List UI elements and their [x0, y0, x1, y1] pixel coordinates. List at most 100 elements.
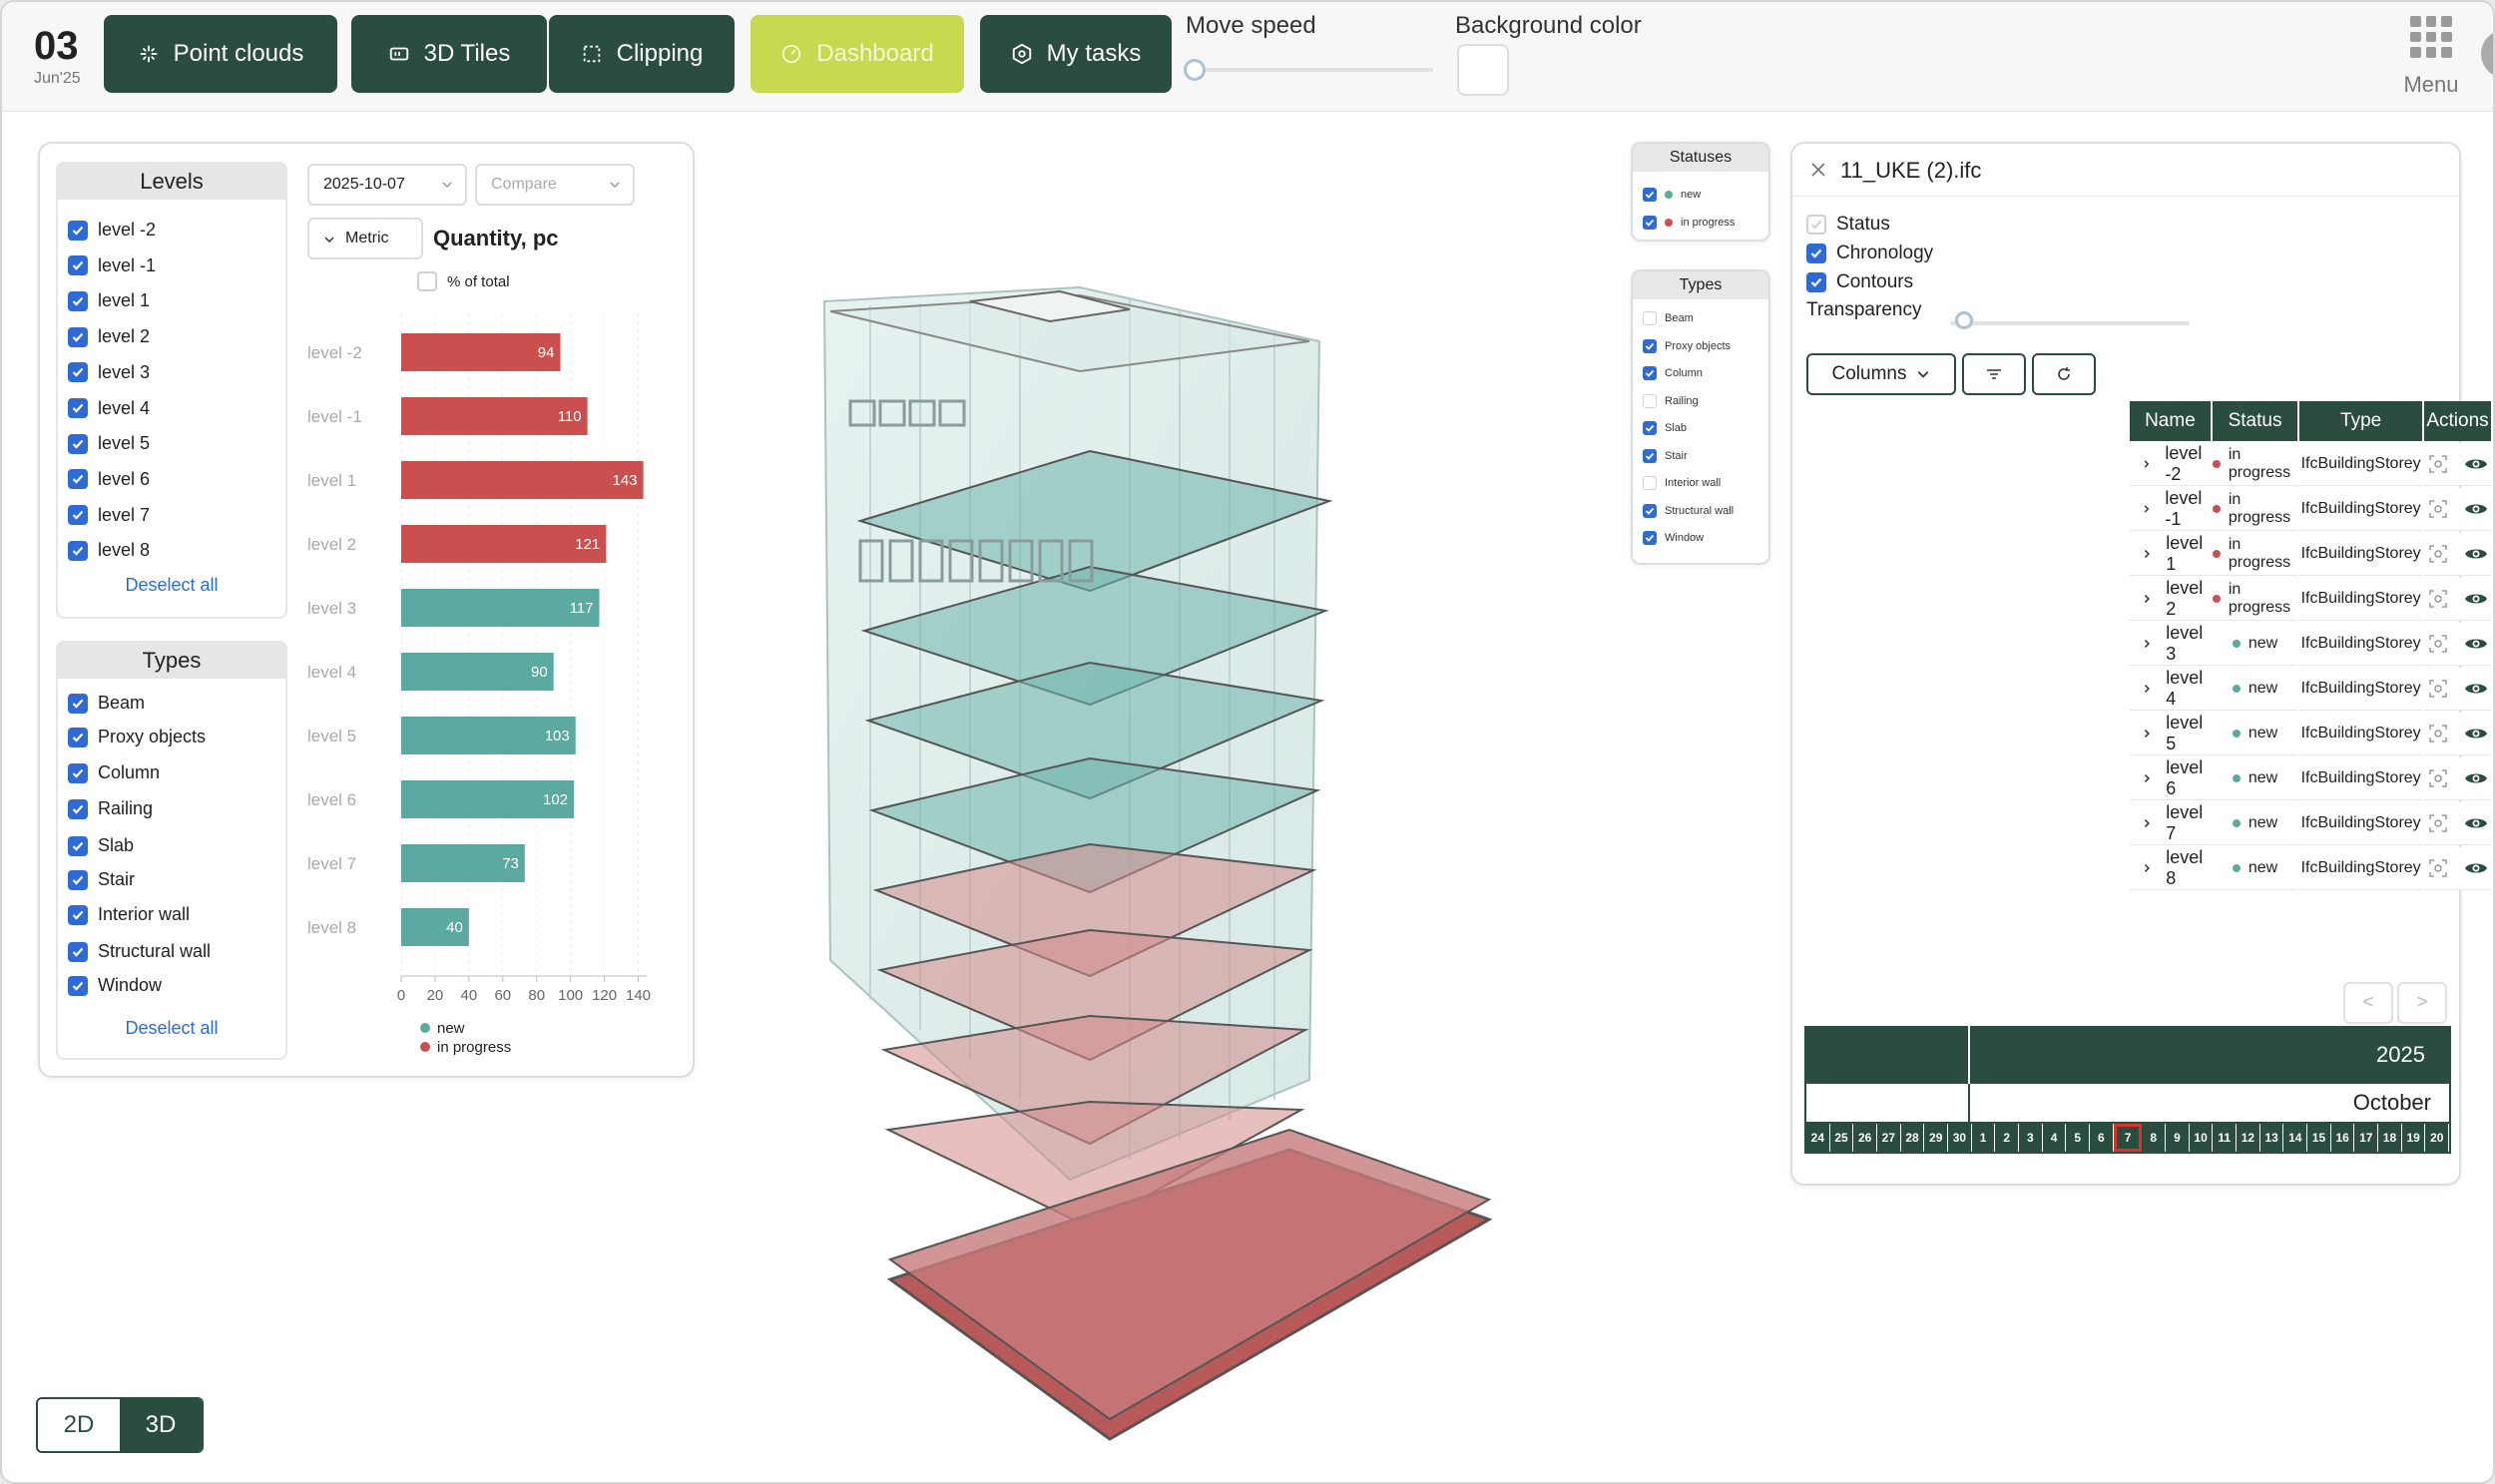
- checkbox-icon[interactable]: [1643, 366, 1657, 380]
- focus-icon[interactable]: [2428, 634, 2448, 654]
- types-filter-item[interactable]: Stair: [1643, 448, 1688, 463]
- columns-button[interactable]: Columns: [1806, 353, 1956, 395]
- timeline-day-cell[interactable]: 14: [2283, 1124, 2308, 1152]
- timeline-day-cell[interactable]: 5: [2066, 1124, 2091, 1152]
- column-header-actions[interactable]: Actions: [2424, 401, 2491, 441]
- eye-icon[interactable]: [2464, 590, 2488, 608]
- chevron-right-icon[interactable]: [2142, 593, 2152, 605]
- column-header-type[interactable]: Type: [2299, 401, 2423, 441]
- focus-icon[interactable]: [2428, 499, 2448, 519]
- display-toggle-item[interactable]: Contours: [1806, 271, 1913, 293]
- timeline-day-cell[interactable]: 24: [1806, 1124, 1830, 1152]
- checkbox-icon[interactable]: [1643, 531, 1657, 545]
- timeline-day-cell[interactable]: 29: [1924, 1124, 1949, 1152]
- timeline-day-cell[interactable]: 4: [2043, 1124, 2067, 1152]
- checkbox-icon[interactable]: [1806, 244, 1826, 263]
- timeline-day-cell[interactable]: 13: [2260, 1124, 2284, 1152]
- focus-icon[interactable]: [2428, 768, 2448, 788]
- checkbox-icon[interactable]: [1643, 393, 1657, 408]
- column-header-name[interactable]: Name: [2130, 401, 2211, 441]
- eye-icon[interactable]: [2464, 814, 2488, 832]
- point-clouds-button[interactable]: Point clouds: [104, 15, 337, 93]
- types-filter-item[interactable]: Interior wall: [1643, 476, 1721, 490]
- types-filter-item[interactable]: Railing: [1643, 393, 1699, 408]
- checkbox-icon[interactable]: [1643, 338, 1657, 353]
- 3d-building-model[interactable]: [731, 261, 1589, 1459]
- table-row[interactable]: level 2 in progress IfcBuildingStorey: [2130, 578, 2491, 621]
- timeline-day-cell[interactable]: 12: [2237, 1124, 2260, 1152]
- menu-button[interactable]: Menu: [2391, 16, 2471, 98]
- checkbox-icon[interactable]: [1643, 503, 1657, 518]
- table-row[interactable]: level 8 new IfcBuildingStorey: [2130, 847, 2491, 890]
- checkbox-icon[interactable]: [1643, 216, 1657, 230]
- eye-icon[interactable]: [2464, 680, 2488, 698]
- types-filter-item[interactable]: Beam: [1643, 311, 1694, 325]
- timeline-day-cell[interactable]: 17: [2354, 1124, 2379, 1152]
- chevron-right-icon[interactable]: [2142, 683, 2152, 695]
- status-filter-new[interactable]: new: [1643, 188, 1701, 202]
- dashboard-button[interactable]: Dashboard: [750, 15, 964, 93]
- timeline-day-cell[interactable]: 3: [2019, 1124, 2043, 1152]
- timeline-day-cell[interactable]: 27: [1877, 1124, 1901, 1152]
- eye-icon[interactable]: [2464, 859, 2488, 877]
- types-filter-item[interactable]: Proxy objects: [1643, 338, 1731, 353]
- table-row[interactable]: level 6 new IfcBuildingStorey: [2130, 757, 2491, 800]
- checkbox-icon[interactable]: [1643, 421, 1657, 435]
- types-filter-item[interactable]: Column: [1643, 366, 1703, 380]
- column-header-status[interactable]: Status: [2212, 401, 2298, 441]
- checkbox-icon[interactable]: [1643, 476, 1657, 490]
- transparency-slider-thumb[interactable]: [1955, 311, 1974, 329]
- table-row[interactable]: level 5 new IfcBuildingStorey: [2130, 713, 2491, 755]
- focus-icon[interactable]: [2428, 858, 2448, 878]
- checkbox-icon[interactable]: [1643, 311, 1657, 325]
- status-filter-in-progress[interactable]: in progress: [1643, 216, 1735, 230]
- chevron-right-icon[interactable]: [2142, 548, 2152, 560]
- view-3d-button[interactable]: 3D: [120, 1399, 202, 1451]
- table-row[interactable]: level 1 in progress IfcBuildingStorey: [2130, 533, 2491, 576]
- checkbox-icon[interactable]: [1806, 272, 1826, 292]
- chevron-right-icon[interactable]: [2142, 862, 2152, 874]
- eye-icon[interactable]: [2464, 769, 2488, 787]
- timeline-day-cell[interactable]: 30: [1948, 1124, 1972, 1152]
- timeline-day-cell[interactable]: 16: [2331, 1124, 2355, 1152]
- timeline-day-cell[interactable]: 19: [2402, 1124, 2426, 1152]
- focus-icon[interactable]: [2428, 544, 2448, 564]
- timeline-day-cell[interactable]: 10: [2190, 1124, 2214, 1152]
- chevron-right-icon[interactable]: [2142, 503, 2151, 515]
- eye-icon[interactable]: [2464, 545, 2488, 563]
- view-2d-button[interactable]: 2D: [38, 1399, 120, 1451]
- display-toggle-item[interactable]: Chronology: [1806, 243, 1933, 264]
- types-filter-item[interactable]: Window: [1643, 531, 1704, 545]
- focus-icon[interactable]: [2428, 679, 2448, 699]
- checkbox-icon[interactable]: [1643, 448, 1657, 463]
- focus-icon[interactable]: [2428, 454, 2448, 474]
- eye-icon[interactable]: [2464, 500, 2488, 518]
- table-row[interactable]: level 7 new IfcBuildingStorey: [2130, 802, 2491, 845]
- focus-icon[interactable]: [2428, 589, 2448, 609]
- pager-next-button[interactable]: >: [2397, 982, 2447, 1024]
- transparency-track[interactable]: [1950, 321, 2190, 325]
- table-row[interactable]: level -1 in progress IfcBuildingStorey: [2130, 488, 2491, 531]
- timeline-day-cell[interactable]: 26: [1853, 1124, 1878, 1152]
- eye-icon[interactable]: [2464, 455, 2488, 473]
- timeline-day-cell[interactable]: 11: [2213, 1124, 2238, 1152]
- timeline-day-cell[interactable]: 25: [1830, 1124, 1854, 1152]
- chevron-right-icon[interactable]: [2142, 458, 2151, 470]
- table-row[interactable]: level 3 new IfcBuildingStorey: [2130, 623, 2491, 666]
- eye-icon[interactable]: [2464, 725, 2488, 742]
- timeline-day-cell[interactable]: 7: [2113, 1124, 2143, 1152]
- filter-button[interactable]: [1962, 353, 2026, 395]
- focus-icon[interactable]: [2428, 813, 2448, 833]
- move-speed-track[interactable]: [1190, 68, 1433, 72]
- timeline-day-cell[interactable]: 9: [2166, 1124, 2190, 1152]
- 3d-tiles-button[interactable]: 3D Tiles: [351, 15, 547, 93]
- table-row[interactable]: level 4 new IfcBuildingStorey: [2130, 668, 2491, 711]
- display-toggle-item[interactable]: Status: [1806, 214, 1890, 236]
- background-color-picker[interactable]: [1457, 44, 1509, 96]
- table-row[interactable]: level -2 in progress IfcBuildingStorey: [2130, 443, 2491, 486]
- user-avatar[interactable]: [2481, 30, 2493, 78]
- timeline-day-cell[interactable]: 2: [1995, 1124, 2020, 1152]
- timeline-day-cell[interactable]: 18: [2378, 1124, 2402, 1152]
- timeline-day-cell[interactable]: 20: [2425, 1124, 2450, 1152]
- timeline-day-cell[interactable]: 6: [2090, 1124, 2114, 1152]
